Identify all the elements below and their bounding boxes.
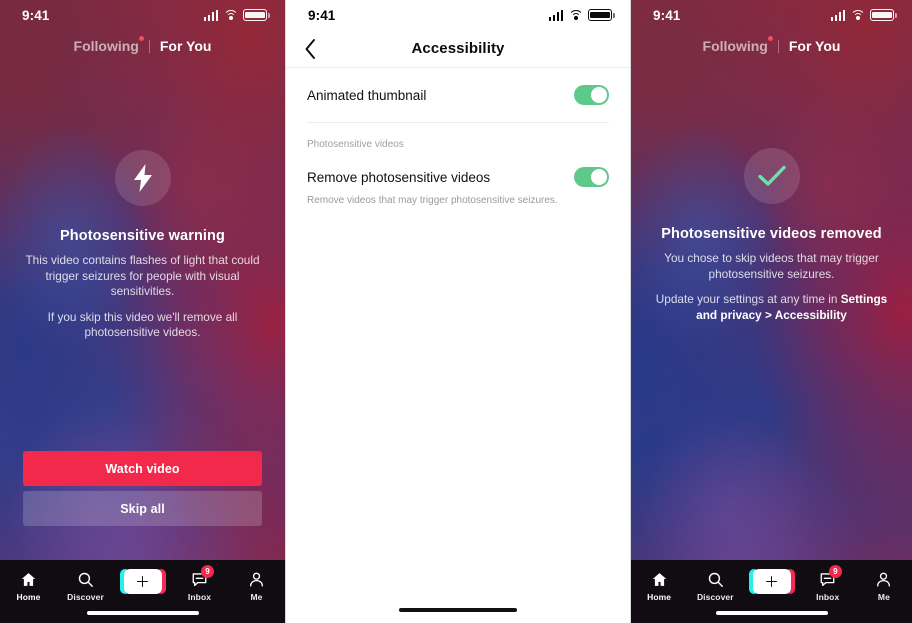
tab-bar-label-inbox: Inbox (816, 592, 840, 602)
overlay-body-2: Update your settings at any time in Sett… (649, 292, 894, 323)
notification-dot-icon (138, 36, 144, 41)
tab-bar-item-create[interactable] (114, 569, 171, 594)
feed-tabs: Following For You (0, 36, 285, 54)
page-title: Accessibility (411, 40, 505, 57)
status-bar-time: 9:41 (22, 7, 50, 23)
tab-divider (148, 39, 150, 53)
wifi-icon (850, 9, 865, 21)
overlay-body-1: You chose to skip videos that may trigge… (664, 251, 879, 281)
overlay-body-2: If you skip this video we'll remove all … (47, 309, 238, 340)
tab-bar-item-home[interactable]: Home (631, 569, 687, 602)
tab-bar-item-me[interactable]: Me (856, 569, 912, 602)
tab-bar-label-me: Me (250, 592, 263, 602)
tab-following-label: Following (73, 38, 139, 54)
status-bar: 9:41 (631, 0, 912, 30)
skip-all-button[interactable]: Skip all (23, 491, 262, 526)
setting-label-animated-thumbnail: Animated thumbnail (307, 87, 427, 103)
check-mark-icon (743, 148, 800, 204)
setting-row-animated-thumbnail[interactable]: Animated thumbnail (307, 68, 609, 123)
photosensitive-warning-overlay: Photosensitive warning This video contai… (0, 150, 285, 341)
status-bar-icons (830, 9, 897, 21)
tab-following[interactable]: Following (73, 36, 144, 54)
tab-bar-item-me[interactable]: Me (228, 569, 285, 602)
tab-bar-item-discover[interactable]: Discover (57, 569, 114, 602)
setting-subtitle-remove-photosensitive: Remove videos that may trigger photosens… (307, 195, 558, 206)
chevron-left-icon[interactable] (304, 37, 328, 61)
status-bar: 9:41 (286, 0, 630, 30)
toggle-animated-thumbnail[interactable] (574, 85, 609, 105)
wifi-icon (223, 9, 238, 21)
overlay-body-1: This video contains flashes of light tha… (25, 253, 260, 298)
tab-following[interactable]: Following (702, 36, 773, 54)
tab-for-you[interactable]: For You (789, 38, 841, 54)
person-icon (875, 569, 892, 589)
phone-screen-confirmation: 9:41 Following For You Photosensitive vi… (631, 0, 912, 623)
tab-bar-item-discover[interactable]: Discover (687, 569, 743, 602)
search-icon (707, 569, 724, 589)
tab-bar-label-discover: Discover (67, 592, 104, 602)
cellular-icon (203, 9, 218, 21)
battery-icon (870, 9, 897, 21)
phone-screen-accessibility-settings: 9:41 Accessibility Animated thumbnail Ph… (285, 0, 631, 623)
tab-bar-item-inbox[interactable]: 9 Inbox (171, 565, 228, 602)
home-indicator (715, 611, 828, 615)
wifi-icon (568, 9, 583, 21)
confirmation-overlay: Photosensitive videos removed You chose … (631, 148, 912, 323)
watch-video-button[interactable]: Watch video (23, 451, 262, 486)
tab-bar-item-create[interactable] (743, 569, 799, 594)
tab-for-you-label: For You (788, 38, 841, 54)
tab-bar-label-home: Home (647, 592, 672, 602)
lightning-bolt-icon (114, 150, 171, 206)
tab-for-you[interactable]: For You (160, 38, 212, 54)
tab-bar-label-home: Home (16, 592, 41, 602)
status-bar-icons (203, 9, 270, 21)
overlay-title: Photosensitive warning (60, 228, 225, 244)
plus-icon[interactable] (119, 569, 166, 594)
tab-bar-item-home[interactable]: Home (0, 569, 57, 602)
cellular-icon (548, 9, 563, 21)
inbox-badge: 9 (201, 565, 214, 578)
tab-bar-item-inbox[interactable]: 9 Inbox (800, 565, 856, 602)
cellular-icon (830, 9, 845, 21)
tab-divider (777, 39, 779, 53)
tab-for-you-label: For You (159, 38, 212, 54)
notification-dot-icon (767, 36, 773, 41)
home-icon (651, 569, 668, 589)
home-icon (20, 569, 37, 589)
home-indicator (399, 608, 517, 612)
status-bar-icons (548, 9, 615, 21)
feed-tabs: Following For You (631, 36, 912, 54)
tab-bar-label-discover: Discover (696, 592, 734, 602)
overlay-body-2-prefix: Update your settings at any time in (655, 292, 841, 306)
inbox-badge: 9 (828, 565, 842, 578)
phone-screen-warning: 9:41 Following For You Photosensitive wa… (0, 0, 285, 623)
plus-icon[interactable] (748, 569, 795, 594)
navigation-header: Accessibility (286, 30, 630, 68)
section-header-photosensitive-videos: Photosensitive videos (307, 139, 404, 150)
overlay-title: Photosensitive videos removed (661, 226, 882, 242)
battery-icon (588, 9, 615, 21)
home-indicator (86, 611, 199, 615)
person-icon (248, 569, 265, 589)
tab-bar-label-inbox: Inbox (187, 592, 212, 602)
search-icon (77, 569, 94, 589)
three-phone-mockup: 9:41 Following For You Photosensitive wa… (0, 0, 912, 623)
status-bar-time: 9:41 (308, 7, 336, 23)
status-bar-time: 9:41 (653, 7, 681, 23)
tab-bar-label-me: Me (877, 592, 890, 602)
setting-label-remove-photosensitive: Remove photosensitive videos (307, 169, 491, 185)
battery-icon (243, 9, 270, 21)
toggle-remove-photosensitive[interactable] (574, 167, 609, 187)
status-bar: 9:41 (0, 0, 285, 30)
tab-following-label: Following (702, 38, 768, 54)
warning-actions: Watch video Skip all (23, 451, 262, 526)
